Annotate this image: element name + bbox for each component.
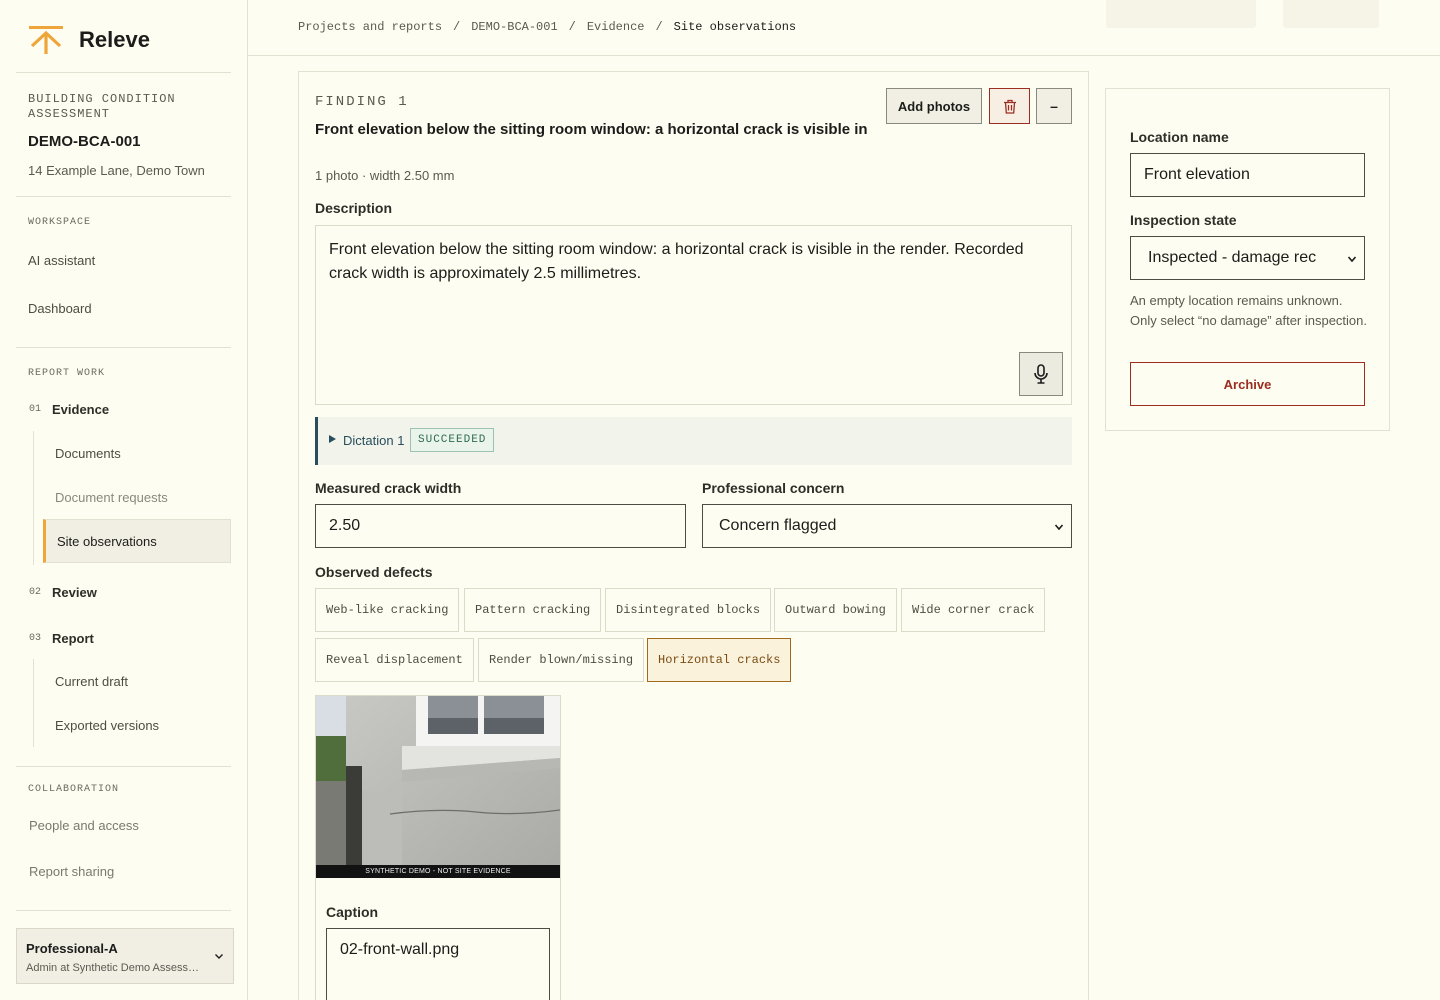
nav-dashboard[interactable]: Dashboard	[28, 301, 92, 316]
finding-number: FINDING 1	[315, 94, 409, 110]
site-photo[interactable]: SYNTHETIC DEMO - NOT SITE EVIDENCE	[316, 696, 560, 878]
dictate-button[interactable]	[1019, 352, 1063, 396]
nav-evidence[interactable]: Evidence	[52, 402, 109, 417]
defect-chip[interactable]: Wide corner crack	[901, 588, 1046, 632]
inspection-state-value: Inspected - damage rec	[1148, 249, 1317, 266]
breadcrumb-separator: /	[655, 20, 663, 34]
description-textarea[interactable]: Front elevation below the sitting room w…	[315, 225, 1072, 405]
defect-chip-selected[interactable]: Horizontal cracks	[647, 638, 792, 682]
breadcrumb-separator: /	[568, 20, 576, 34]
report-type: BUILDING CONDITION ASSESSMENT	[28, 92, 176, 121]
nav-current-draft[interactable]: Current draft	[55, 674, 128, 689]
report-id: DEMO-BCA-001	[28, 133, 141, 150]
crack-width-label: Measured crack width	[315, 480, 462, 496]
collapse-button[interactable]: –	[1036, 88, 1072, 124]
finding-meta: 1 photo · width 2.50 mm	[315, 168, 455, 183]
expand-triangle-icon	[329, 435, 336, 443]
user-role: Admin at Synthetic Demo Assessments	[26, 962, 206, 974]
user-menu[interactable]: Professional-A Admin at Synthetic Demo A…	[16, 928, 234, 984]
tree-line	[33, 659, 34, 747]
concern-select[interactable]: Concern flagged	[702, 504, 1072, 548]
breadcrumb-projects[interactable]: Projects and reports	[298, 20, 442, 34]
nav-document-requests[interactable]: Document requests	[55, 490, 168, 505]
step-number: 03	[29, 633, 42, 644]
step-number: 02	[29, 587, 42, 598]
location-name-label: Location name	[1130, 129, 1229, 145]
defect-chip[interactable]: Reveal displacement	[315, 638, 474, 682]
chevron-down-icon	[1347, 256, 1357, 263]
chevron-down-icon	[215, 954, 223, 959]
caption-input[interactable]: 02-front-wall.png	[326, 928, 550, 1000]
defects-label: Observed defects	[315, 564, 433, 580]
nav-report[interactable]: Report	[52, 631, 94, 646]
microphone-icon	[1034, 364, 1048, 384]
inspection-state-label: Inspection state	[1130, 212, 1237, 228]
description-label: Description	[315, 200, 393, 216]
chevron-down-icon	[1054, 524, 1064, 531]
breadcrumb-report[interactable]: DEMO-BCA-001	[471, 20, 557, 34]
toolbar-button[interactable]	[1106, 0, 1256, 28]
app-name: Releve	[79, 27, 150, 52]
breadcrumb-evidence[interactable]: Evidence	[587, 20, 645, 34]
inspection-help-text: An empty location remains unknown. Only …	[1130, 293, 1368, 328]
tree-line	[33, 431, 34, 565]
photo-watermark: SYNTHETIC DEMO - NOT SITE EVIDENCE	[316, 865, 560, 878]
inspection-state-select[interactable]: Inspected - damage rec	[1130, 236, 1365, 280]
finding-title: Front elevation below the sitting room w…	[315, 121, 868, 138]
section-heading-report-work: REPORT WORK	[28, 368, 106, 379]
sidebar: Releve BUILDING CONDITION ASSESSMENT DEM…	[0, 0, 248, 1000]
breadcrumb: Projects and reports / DEMO-BCA-001 / Ev…	[298, 20, 796, 34]
caption-label: Caption	[326, 904, 379, 920]
nav-report-sharing[interactable]: Report sharing	[29, 864, 114, 879]
location-panel: Location name Front elevation Inspection…	[1105, 88, 1390, 431]
top-bar: Projects and reports / DEMO-BCA-001 / Ev…	[248, 0, 1440, 56]
nav-site-observations[interactable]: Site observations	[43, 519, 231, 563]
nav-ai-assistant[interactable]: AI assistant	[28, 253, 95, 268]
concern-label: Professional concern	[702, 480, 845, 496]
releve-logo-icon	[29, 26, 63, 54]
divider	[16, 72, 231, 73]
nav-site-observations-label: Site observations	[57, 534, 157, 549]
photo-card: SYNTHETIC DEMO - NOT SITE EVIDENCE Capti…	[315, 695, 561, 1000]
defect-chip[interactable]: Disintegrated blocks	[605, 588, 772, 632]
divider	[16, 347, 231, 348]
concern-value: Concern flagged	[719, 517, 837, 534]
breadcrumb-separator: /	[453, 20, 461, 34]
defect-chip[interactable]: Outward bowing	[774, 588, 897, 632]
delete-finding-button[interactable]	[989, 88, 1030, 124]
step-number: 01	[29, 404, 42, 415]
nav-people-and-access[interactable]: People and access	[29, 818, 139, 833]
dictation-item[interactable]: Dictation 1 SUCCEEDED	[315, 417, 1072, 465]
dictation-label: Dictation 1	[343, 433, 405, 448]
defect-chip[interactable]: Web-like cracking	[315, 588, 460, 632]
brand[interactable]: Releve	[28, 24, 150, 56]
divider	[16, 910, 231, 911]
site-photo-image	[316, 696, 560, 878]
divider	[16, 196, 231, 197]
archive-button[interactable]: Archive	[1130, 362, 1365, 406]
report-address: 14 Example Lane, Demo Town	[28, 163, 205, 178]
divider	[16, 766, 231, 767]
nav-review[interactable]: Review	[52, 585, 97, 600]
toolbar-button[interactable]	[1283, 0, 1379, 28]
breadcrumb-current: Site observations	[673, 20, 797, 34]
defect-chip[interactable]: Pattern cracking	[464, 588, 602, 632]
user-name: Professional-A	[26, 941, 118, 956]
trash-icon	[1003, 99, 1016, 114]
finding-card: FINDING 1 Front elevation below the sitt…	[298, 71, 1089, 1000]
crack-width-input[interactable]: 2.50	[315, 504, 686, 548]
section-heading-workspace: WORKSPACE	[28, 217, 92, 228]
location-name-input[interactable]: Front elevation	[1130, 153, 1365, 197]
status-badge: SUCCEEDED	[410, 428, 495, 452]
defect-chip[interactable]: Render blown/missing	[478, 638, 645, 682]
nav-documents[interactable]: Documents	[55, 446, 121, 461]
nav-exported-versions[interactable]: Exported versions	[55, 718, 159, 733]
section-heading-collaboration: COLLABORATION	[28, 784, 120, 795]
add-photos-button[interactable]: Add photos	[886, 88, 982, 124]
